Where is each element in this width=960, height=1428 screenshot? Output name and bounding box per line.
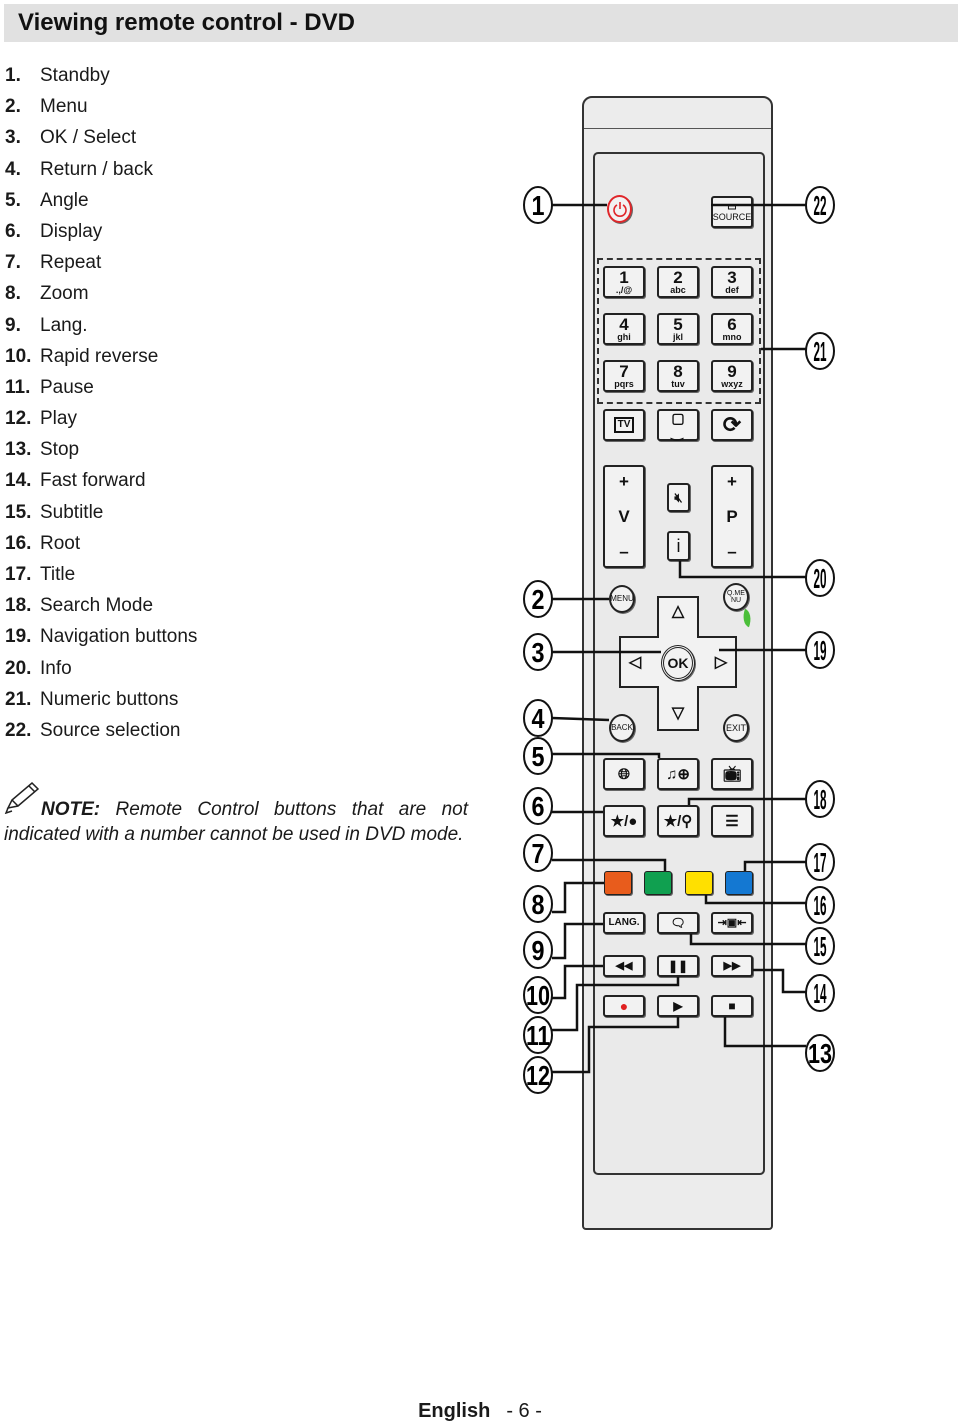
svg-text:13: 13 [808,1038,832,1069]
svg-text:16: 16 [814,890,827,921]
callout-number: 13 [805,1034,835,1072]
svg-text:7: 7 [532,838,545,869]
svg-text:2: 2 [532,584,545,615]
svg-text:8: 8 [532,889,545,920]
callout-line [551,716,610,722]
callout-number: 21 [805,332,835,370]
callout-number: 20 [805,559,835,597]
svg-text:10: 10 [526,980,550,1011]
callout-number: 6 [523,787,553,825]
callout-number: 17 [805,843,835,881]
svg-text:21: 21 [814,336,827,367]
callout-number: 12 [523,1056,553,1094]
callout-line [552,1017,680,1074]
svg-text:20: 20 [814,563,827,594]
callout-line [687,797,806,805]
callout-line [552,752,661,758]
callout-line [743,860,806,871]
svg-text:11: 11 [526,1020,550,1051]
callout-number: 3 [523,633,553,671]
callout-line [678,561,806,579]
callout-line [689,934,806,946]
callout-number: 22 [805,186,835,224]
callout-number: 16 [805,886,835,924]
callout-line [723,1017,806,1048]
callout-number: 19 [805,631,835,669]
svg-text:22: 22 [814,190,827,221]
svg-text:19: 19 [814,635,827,666]
callout-number: 9 [523,931,553,969]
callout-layer: 12345678910111222212019181716151413 [523,186,835,1094]
svg-text:18: 18 [814,784,827,815]
svg-text:1: 1 [532,190,545,221]
svg-text:15: 15 [814,931,827,962]
callout-number: 1 [523,186,553,224]
callout-line [753,968,806,994]
svg-text:12: 12 [526,1060,550,1091]
svg-text:17: 17 [814,847,827,878]
callout-number: 2 [523,580,553,618]
callout-line [552,977,680,1032]
callout-number: 18 [805,780,835,818]
callout-line [552,858,667,871]
svg-text:5: 5 [532,741,545,772]
callout-number: 4 [523,699,553,737]
footer: English - 6 - [0,1400,960,1423]
callout-number: 10 [523,976,553,1014]
callout-number: 11 [523,1016,553,1054]
callout-number: 15 [805,927,835,965]
svg-text:3: 3 [532,637,545,668]
page-number: - 6 - [506,1400,542,1422]
callout-number: 14 [805,974,835,1012]
svg-text:4: 4 [532,703,545,734]
callout-line [704,895,806,905]
callout-number: 5 [523,737,553,775]
callout-number: 8 [523,885,553,923]
svg-text:6: 6 [532,791,545,822]
callout-line [552,881,604,914]
svg-text:14: 14 [814,978,827,1009]
callout-line [552,922,603,960]
callout-number: 7 [523,834,553,872]
svg-text:9: 9 [532,935,545,966]
footer-language: English [418,1400,491,1422]
